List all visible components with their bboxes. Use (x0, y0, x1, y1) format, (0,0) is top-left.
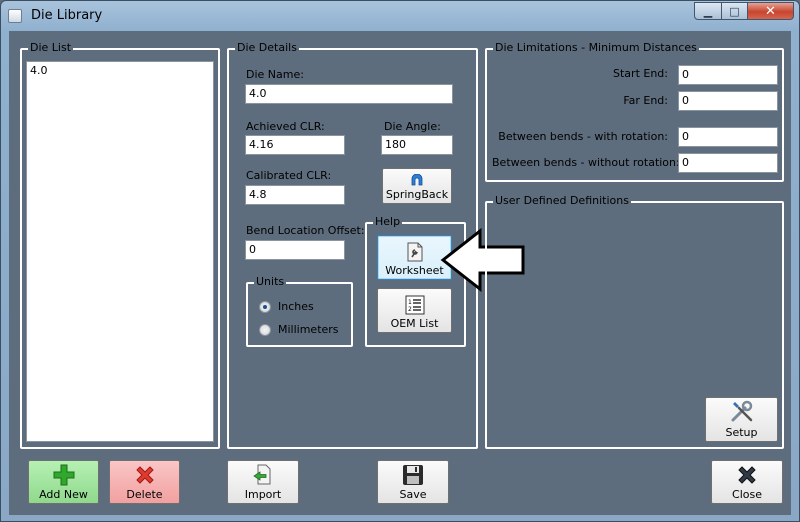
springback-label: SpringBack (385, 188, 449, 201)
delete-button[interactable]: Delete (109, 460, 180, 504)
add-new-label: Add New (39, 488, 88, 501)
calibrated-clr-label: Calibrated CLR: (246, 169, 332, 182)
springback-button[interactable]: SpringBack (382, 168, 452, 204)
user-defined-title: User Defined Definitions (493, 194, 631, 208)
far-end-field[interactable]: 0 (678, 91, 778, 111)
calibrated-clr-field[interactable]: 4.8 (245, 185, 345, 205)
window-controls: ▁ □ ✕ (694, 2, 794, 20)
millimeters-label: Millimeters (278, 323, 339, 336)
without-rotation-field[interactable]: 0 (678, 153, 778, 173)
close-button[interactable]: Close (711, 460, 783, 504)
with-rotation-field[interactable]: 0 (678, 127, 778, 147)
inches-label: Inches (278, 300, 314, 313)
with-rotation-label: Between bends - with rotation: (498, 130, 668, 143)
floppy-disk-icon (402, 464, 424, 486)
title-bar: Die Library ▁ □ ✕ (1, 1, 799, 31)
maximize-button[interactable]: □ (722, 2, 748, 20)
svg-text:2: 2 (408, 306, 412, 313)
start-end-label: Start End: (613, 67, 668, 80)
worksheet-icon (406, 242, 424, 262)
bend-offset-label: Bend Location Offset: (246, 224, 365, 237)
svg-text:1: 1 (408, 299, 412, 306)
delete-x-icon (134, 464, 156, 486)
numbered-list-icon: 1 2 (405, 295, 425, 315)
start-end-field[interactable]: 0 (678, 65, 778, 85)
radio-checked-icon (259, 300, 271, 313)
die-limitations-title: Die Limitations - Minimum Distances (493, 41, 699, 55)
die-name-label: Die Name: (246, 68, 304, 81)
bend-offset-field[interactable]: 0 (245, 240, 345, 260)
oem-list-label: OEM List (390, 317, 439, 330)
plus-icon (52, 464, 76, 486)
list-item[interactable]: 4.0 (27, 62, 213, 79)
app-icon (8, 9, 22, 23)
die-list-box[interactable]: 4.0 (26, 61, 214, 442)
import-icon (252, 464, 274, 486)
die-details-title: Die Details (235, 41, 299, 55)
units-title: Units (254, 275, 287, 289)
without-rotation-label: Between bends - without rotation: (492, 156, 680, 169)
help-title: Help (373, 215, 403, 229)
millimeters-radio[interactable]: Millimeters (259, 323, 339, 336)
units-group: Units (246, 275, 353, 347)
die-list-title: Die List (28, 41, 74, 55)
window-close-button[interactable]: ✕ (748, 2, 794, 20)
add-new-button[interactable]: Add New (28, 460, 99, 504)
delete-label: Delete (126, 488, 163, 501)
die-angle-field[interactable]: 180 (381, 135, 453, 155)
save-button[interactable]: Save (377, 460, 449, 504)
radio-unchecked-icon (259, 323, 271, 336)
import-label: Import (244, 488, 282, 501)
minimize-button[interactable]: ▁ (694, 2, 722, 20)
setup-button[interactable]: Setup (705, 397, 778, 442)
save-label: Save (399, 488, 427, 501)
close-label: Close (732, 488, 762, 501)
worksheet-label: Worksheet (385, 264, 444, 277)
die-angle-label: Die Angle: (384, 120, 441, 133)
import-button[interactable]: Import (227, 460, 299, 504)
close-x-icon (736, 464, 758, 486)
window-title: Die Library (31, 8, 103, 23)
achieved-clr-label: Achieved CLR: (246, 120, 325, 133)
oem-list-button[interactable]: 1 2 OEM List (377, 288, 452, 333)
setup-label: Setup (725, 426, 758, 439)
die-name-field[interactable]: 4.0 (245, 84, 453, 104)
springback-icon (410, 174, 424, 186)
tools-icon (729, 400, 755, 424)
far-end-label: Far End: (623, 94, 668, 107)
achieved-clr-field[interactable]: 4.16 (245, 135, 345, 155)
inches-radio[interactable]: Inches (259, 300, 314, 313)
